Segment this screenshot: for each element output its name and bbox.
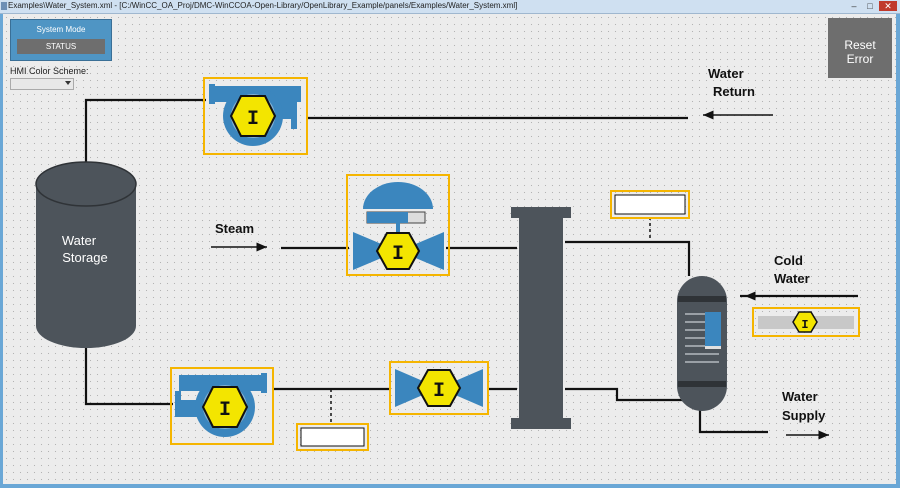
water-return-label-1: Water bbox=[708, 66, 744, 81]
heat-exchanger-icon[interactable] bbox=[511, 207, 571, 429]
window-title: Examples\Water_System.xml - [C:/WinCC_OA… bbox=[8, 1, 518, 10]
control-valve-icon[interactable]: I bbox=[346, 174, 450, 276]
storage-tank-icon[interactable]: Water Storage bbox=[35, 161, 137, 348]
water-return-label-2: Return bbox=[713, 84, 755, 99]
tank-label-1: Water bbox=[62, 233, 97, 248]
steam-label: Steam bbox=[215, 221, 254, 236]
maximize-button[interactable]: □ bbox=[863, 1, 877, 11]
control-valve-symbol: I bbox=[392, 243, 404, 266]
pump-1-symbol: I bbox=[247, 108, 259, 131]
application-window: Examples\Water_System.xml - [C:/WinCC_OA… bbox=[0, 0, 900, 488]
pump-icon[interactable]: I bbox=[203, 77, 308, 155]
tank-label-2: Storage bbox=[62, 250, 108, 265]
value-display-bottom bbox=[296, 423, 369, 451]
water-supply-label-1: Water bbox=[782, 389, 818, 404]
cold-water-label-1: Cold bbox=[774, 253, 803, 268]
pump-icon[interactable]: I bbox=[170, 367, 274, 445]
water-supply-label-2: Supply bbox=[782, 408, 826, 423]
app-icon bbox=[1, 2, 7, 10]
valve-symbol: I bbox=[433, 380, 445, 403]
window-controls: – □ ✕ bbox=[847, 1, 897, 11]
valve-icon[interactable]: I bbox=[389, 361, 489, 415]
title-bar[interactable]: Examples\Water_System.xml - [C:/WinCC_OA… bbox=[0, 0, 900, 14]
close-button[interactable]: ✕ bbox=[879, 1, 897, 11]
cold-water-label-2: Water bbox=[774, 271, 810, 286]
pump-2-symbol: I bbox=[219, 399, 231, 422]
level-indicator[interactable]: I bbox=[752, 307, 860, 337]
value-display-top bbox=[610, 190, 690, 219]
heat-exchanger-icon[interactable] bbox=[677, 276, 727, 411]
level-indicator-symbol: I bbox=[801, 318, 808, 332]
process-diagram: Water Storage I I I I I Water Return Ste… bbox=[35, 66, 860, 451]
panel-canvas: System Mode STATUS HMI Color Scheme: Res… bbox=[3, 14, 896, 484]
minimize-button[interactable]: – bbox=[847, 1, 861, 11]
